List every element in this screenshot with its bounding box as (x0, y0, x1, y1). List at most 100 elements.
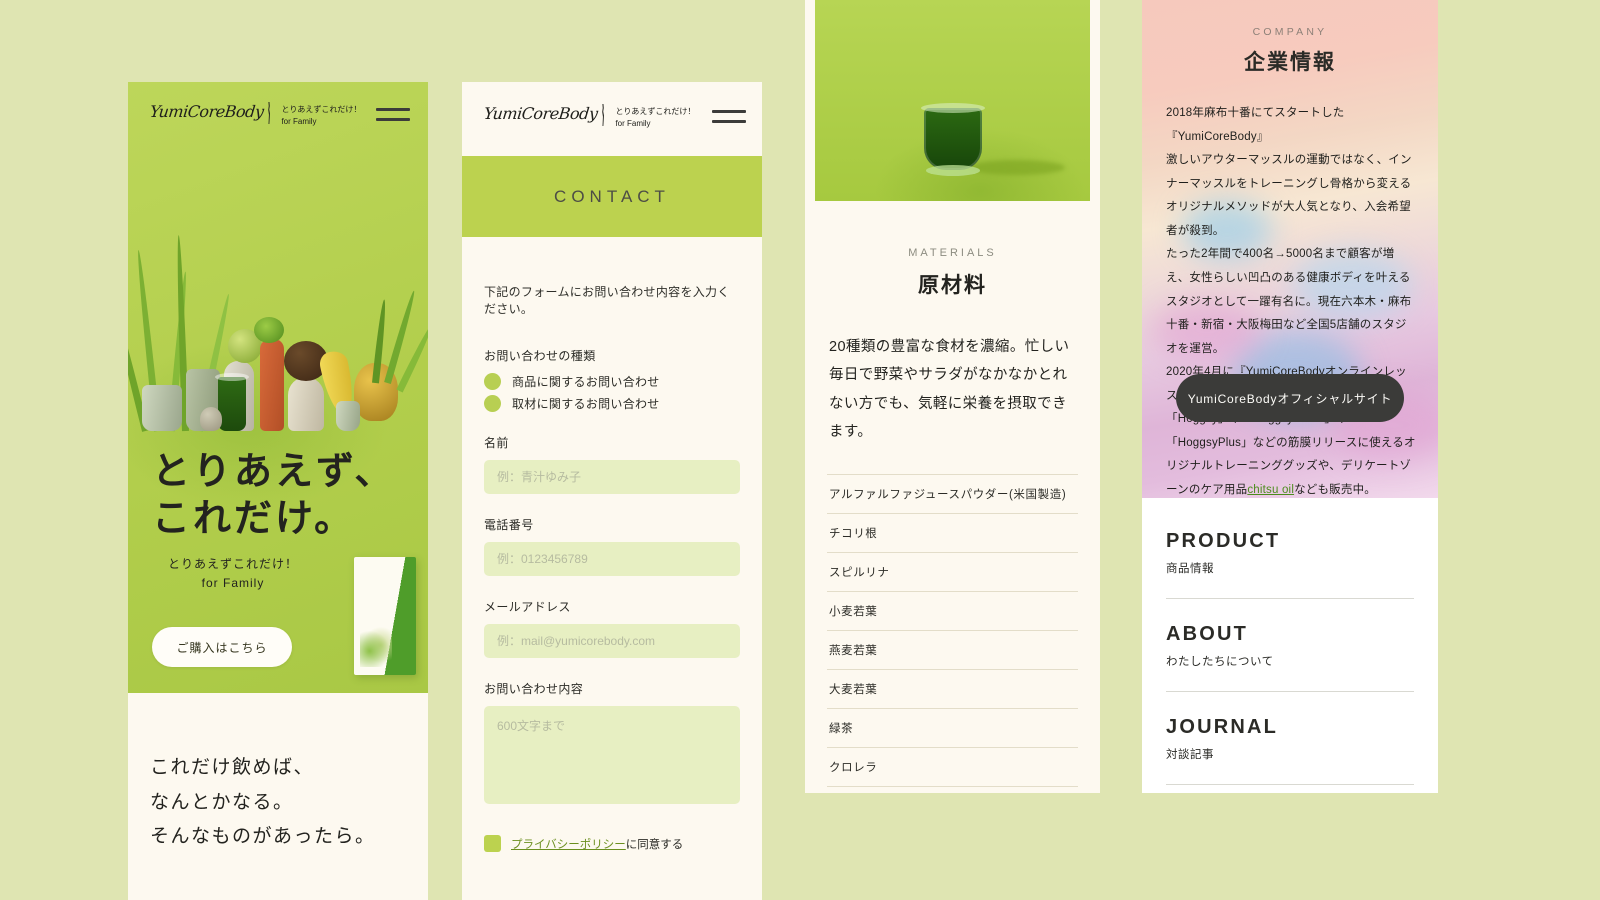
product-package-image (354, 557, 416, 675)
hero-below-line2: なんとかなる。 (150, 791, 294, 813)
privacy-agreement-row[interactable]: プライバシーポリシーに同意する (484, 835, 740, 852)
company-title: 企業情報 (1244, 51, 1336, 74)
company-kicker: COMPANY (1252, 26, 1328, 38)
materials-title: 原材料 (918, 274, 987, 297)
nav-item-ja-label: わたしたちについて (1166, 656, 1274, 668)
message-textarea[interactable] (484, 706, 740, 804)
panel-contact: YumiCoreBody とりあえずこれだけ！ for Family CONTA… (462, 82, 762, 900)
contact-lead-text: 下記のフォームにお問い合わせ内容を入力ください。 (484, 285, 730, 316)
hamburger-line (712, 120, 746, 123)
list-item: 大麦若葉 (827, 669, 1078, 708)
inquiry-type-option-press[interactable]: 取材に関するお問い合わせ (484, 395, 740, 412)
nav-item-ja-label: 商品情報 (1166, 563, 1214, 575)
inquiry-type-label: お問い合わせの種類 (484, 349, 596, 363)
company-description: 2018年麻布十番にてスタートした『YumiCoreBody』 激しいアウターマ… (1142, 76, 1438, 498)
phone-field-group: 電話番号 (484, 516, 740, 576)
green-juice-glass-image (920, 103, 985, 176)
privacy-agreement-suffix: に同意する (625, 838, 684, 851)
list-item: 小麦若葉 (827, 591, 1078, 630)
purchase-button[interactable]: ご購入はこちら (152, 627, 292, 667)
nav-item-product[interactable]: PRODUCT 商品情報 (1166, 530, 1414, 599)
official-site-button[interactable]: YumiCoreBodyオフィシャルサイト (1176, 374, 1404, 422)
privacy-agreement-text: プライバシーポリシーに同意する (511, 836, 683, 852)
hero-subtitle: とりあえずこれだけ！ for Family (168, 555, 298, 593)
email-input[interactable] (484, 624, 740, 658)
materials-heading: MATERIALS 原材料 (805, 201, 1100, 299)
radio-icon[interactable] (484, 395, 501, 412)
name-input[interactable] (484, 460, 740, 494)
materials-photo (815, 0, 1090, 201)
logo-figure-icon (268, 102, 270, 124)
list-item: スピルリナ (827, 552, 1078, 591)
chitsu-oil-link[interactable]: chitsu oil (1247, 484, 1294, 496)
name-field-label: 名前 (484, 436, 509, 450)
hero-headline: とりあえず、 これだけ。 (152, 449, 395, 543)
radio-icon[interactable] (484, 373, 501, 390)
hero-title-line1: とりあえず、 (152, 450, 396, 493)
inquiry-type-option-product[interactable]: 商品に関するお問い合わせ (484, 373, 740, 390)
brand-tagline-line1: とりあえずこれだけ！ (615, 107, 696, 116)
nav-item-journal[interactable]: JOURNAL 対談記事 (1166, 716, 1414, 785)
hamburger-line (376, 108, 410, 111)
checkbox-icon[interactable] (484, 835, 501, 852)
nav-item-about[interactable]: ABOUT わたしたちについて (1166, 623, 1414, 692)
inquiry-type-option-label: 取材に関するお問い合わせ (512, 397, 660, 411)
logo-text[interactable]: YumiCoreBody (483, 104, 598, 123)
email-field-label: メールアドレス (484, 600, 571, 614)
hero-subtitle-line1: とりあえずこれだけ！ (168, 556, 299, 571)
list-item: チコリ根 (827, 513, 1078, 552)
hero-title-line2: これだけ。 (152, 497, 356, 540)
phone-input[interactable] (484, 542, 740, 576)
list-item: 米ぬか (827, 786, 1078, 793)
company-paragraph: 2018年麻布十番にてスタートした『YumiCoreBody』 (1166, 107, 1345, 143)
contact-banner: CONTACT (462, 156, 762, 237)
hamburger-line (376, 118, 410, 121)
list-item: 燕麦若葉 (827, 630, 1078, 669)
privacy-policy-link[interactable]: プライバシーポリシー (511, 839, 626, 851)
nav-item-ja-label: 対談記事 (1166, 749, 1214, 761)
contact-header: YumiCoreBody とりあえずこれだけ！ for Family (462, 82, 762, 156)
materials-kicker: MATERIALS (908, 247, 997, 259)
brand-tagline-line2: for Family (281, 116, 317, 126)
hero-stilllife-image (128, 156, 428, 432)
company-paragraph: 激しいアウターマッスルの運動ではなく、インナーマッスルをトレーニングし骨格から変… (1166, 154, 1412, 237)
hamburger-menu-icon[interactable] (376, 102, 410, 121)
panel-materials: MATERIALS 原材料 20種類の豊富な食材を濃縮。忙しい毎日で野菜やサラダ… (805, 0, 1100, 793)
materials-description: 20種類の豊富な食材を濃縮。忙しい毎日で野菜やサラダがなかなかとれない方でも、気… (829, 339, 1070, 440)
company-nav: PRODUCT 商品情報 ABOUT わたしたちについて JOURNAL 対談記… (1142, 498, 1438, 785)
list-item: クロレラ (827, 747, 1078, 786)
hamburger-line (712, 110, 746, 113)
inquiry-type-option-label: 商品に関するお問い合わせ (512, 375, 660, 389)
hero-top-section: YumiCoreBody とりあえずこれだけ！ for Family とりあえず… (128, 82, 428, 693)
hero-below-line1: これだけ飲めば、 (150, 757, 315, 778)
nav-item-en-label: PRODUCT (1166, 530, 1281, 552)
company-hero: COMPANY 企業情報 2018年麻布十番にてスタートした『YumiCoreB… (1142, 0, 1438, 498)
company-paragraph: たった2年間で400名→5000名まで顧客が増え、女性らしい凹凸のある健康ボディ… (1166, 248, 1412, 355)
panel-hero: YumiCoreBody とりあえずこれだけ！ for Family とりあえず… (128, 82, 428, 900)
brand-tagline: とりあえずこれだけ！ for Family (615, 104, 695, 129)
list-item: アルファルファジュースパウダー(米国製造) (827, 474, 1078, 513)
company-paragraph-after: なども販売中。 (1294, 484, 1376, 496)
phone-field-label: 電話番号 (484, 518, 534, 532)
hero-below-line3: そんなものがあったら。 (150, 826, 376, 848)
panel-company: COMPANY 企業情報 2018年麻布十番にてスタートした『YumiCoreB… (1142, 0, 1438, 793)
company-heading: COMPANY 企業情報 (1142, 0, 1438, 76)
hamburger-menu-icon[interactable] (712, 104, 746, 123)
nav-item-en-label: ABOUT (1166, 623, 1249, 645)
email-field-group: メールアドレス (484, 598, 740, 658)
brand-tagline: とりあえずこれだけ！ for Family (281, 102, 361, 127)
logo-figure-icon (602, 104, 604, 126)
screenshot-stage: YumiCoreBody とりあえずこれだけ！ for Family とりあえず… (0, 0, 1600, 900)
brand-tagline-line1: とりあえずこれだけ！ (281, 105, 362, 114)
glass-shadow (969, 160, 1065, 175)
contact-form: お問い合わせの種類 商品に関するお問い合わせ 取材に関するお問い合わせ 名前 電… (462, 317, 762, 852)
list-item: 緑茶 (827, 708, 1078, 747)
materials-list: アルファルファジュースパウダー(米国製造) チコリ根 スピルリナ 小麦若葉 燕麦… (805, 446, 1100, 793)
brand-tagline-line2: for Family (615, 118, 651, 128)
name-field-group: 名前 (484, 434, 740, 494)
message-field-label: お問い合わせ内容 (484, 682, 584, 696)
message-field-group: お問い合わせ内容 (484, 680, 740, 809)
logo-text[interactable]: YumiCoreBody (149, 102, 264, 121)
contact-section-title: CONTACT (554, 186, 670, 206)
nav-item-en-label: JOURNAL (1166, 716, 1279, 738)
